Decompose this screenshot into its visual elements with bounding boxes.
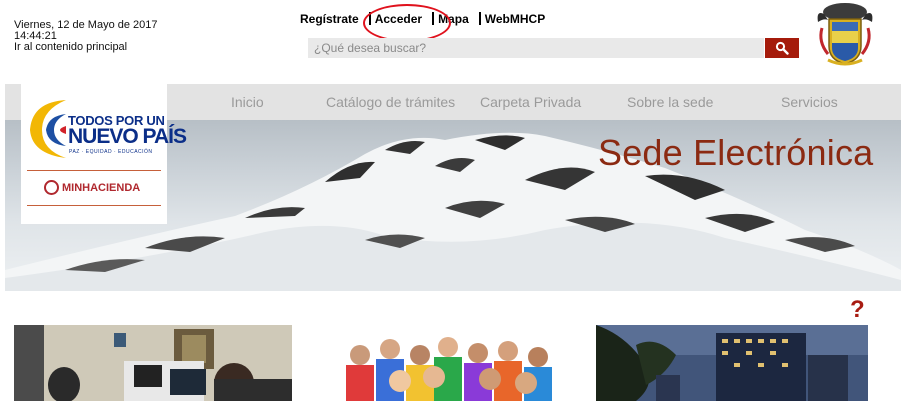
thumbnail-building-photo[interactable] [596, 325, 868, 401]
ministry-name: MINHACIENDA [62, 182, 141, 194]
logo-slogan-line3: PAZ · EQUIDAD · EDUCACIÓN [69, 149, 153, 155]
thumbnail-people-photo[interactable] [330, 325, 570, 401]
search-input[interactable] [308, 38, 764, 58]
skip-to-content-link[interactable]: Ir al contenido principal [14, 42, 158, 53]
nav-item-servicios[interactable]: Servicios [781, 94, 838, 110]
logo-divider [27, 205, 161, 206]
thumbnail-office-photo[interactable] [14, 325, 292, 401]
banner-title: Sede Electrónica [598, 132, 874, 173]
nav-item-carpeta-privada[interactable]: Carpeta Privada [480, 94, 581, 110]
office-photo [14, 325, 292, 401]
search-button[interactable] [765, 38, 799, 58]
login-highlight-circle [363, 4, 451, 42]
link-separator [478, 12, 481, 25]
header-info: Viernes, 12 de Mayo de 2017 14:44:21 Ir … [14, 20, 158, 53]
logo-slogan-line2: NUEVO PAÍS [68, 125, 187, 148]
nav-item-catalogo[interactable]: Catálogo de trámites [326, 94, 455, 110]
coat-of-arms-icon [817, 3, 873, 66]
nav-item-sobre-la-sede[interactable]: Sobre la sede [627, 94, 713, 110]
building-photo [596, 325, 868, 401]
nav-item-inicio[interactable]: Inicio [231, 94, 264, 110]
search-icon [775, 41, 789, 55]
people-photo [330, 325, 570, 401]
ministry-seal-icon [44, 180, 59, 195]
search-box [308, 38, 764, 58]
logo-divider [27, 170, 161, 171]
help-icon[interactable]: ? [850, 296, 865, 324]
todos-por-un-nuevo-pais-logo-icon [30, 100, 66, 158]
webmhcp-link[interactable]: WebMHCP [485, 12, 545, 26]
register-link[interactable]: Regístrate [300, 12, 359, 26]
